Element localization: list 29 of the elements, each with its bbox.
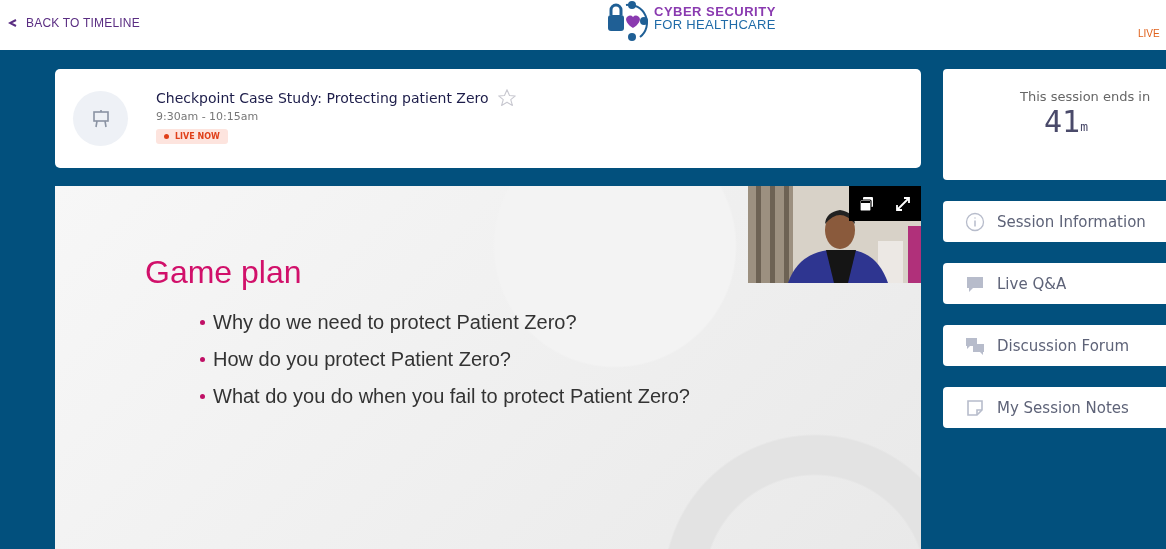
bullet-dot [200,320,205,325]
session-title: Checkpoint Case Study: Protecting patient Zero [156,89,489,106]
sidebar-action-button[interactable]: My Session Notes [943,387,1166,428]
session-time: 9:30am - 10:15am [156,109,259,123]
note-icon [965,397,985,418]
timer-unit: m [1080,119,1088,134]
slide-bullet: What do you do when you fail to protect Patient Zero? [213,385,690,408]
sidebar-action-button[interactable]: Discussion Forum [943,325,1166,366]
info-icon [965,211,985,232]
chevron-left-icon [8,18,18,28]
timer-label: This session ends in [1020,89,1151,104]
slide-bullet: How do you protect Patient Zero? [213,348,511,371]
bullet-dot [200,394,205,399]
sidebar-action-button[interactable]: Live Q&A [943,263,1166,304]
bullet-dot [200,357,205,362]
live-badge: LIVE NOW [156,128,228,144]
sidebar-action-button[interactable]: Session Information [943,201,1166,242]
easel-icon [90,108,111,129]
logo-subtitle: FOR HEALTHCARE [654,18,776,31]
popout-icon[interactable] [859,195,875,212]
fullscreen-icon[interactable] [895,195,911,212]
star-icon[interactable] [496,87,517,108]
live-tab[interactable]: LIVE [1138,28,1160,39]
logo-title: CYBER SECURITY [654,5,776,18]
slide-heading: Game plan [145,254,303,291]
speech-bubbles-icon [965,335,985,356]
timer-value: 41 [1044,104,1081,139]
back-link[interactable]: BACK TO TIMELINE [8,16,140,30]
slide-bullet: Why do we need to protect Patient Zero? [213,311,577,334]
